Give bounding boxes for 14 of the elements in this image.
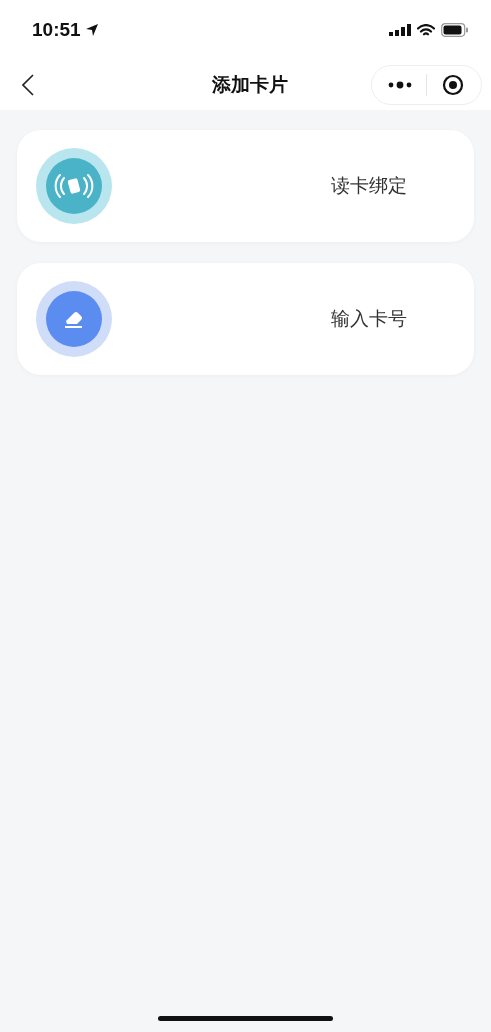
eraser-icon: [36, 281, 112, 357]
option-label: 输入卡号: [331, 306, 407, 331]
target-circle-icon: [442, 74, 464, 96]
option-label: 读卡绑定: [331, 173, 407, 198]
wifi-icon: [417, 23, 435, 37]
page-title: 添加卡片: [212, 72, 288, 97]
status-time: 10:51: [32, 19, 81, 41]
more-icon: [388, 81, 412, 89]
battery-icon: [441, 23, 469, 37]
signal-icon: [389, 24, 411, 36]
location-arrow-icon: [84, 23, 99, 37]
option-card[interactable]: 读卡绑定: [17, 130, 474, 242]
option-card[interactable]: 输入卡号: [17, 263, 474, 375]
nfc-card-icon: [36, 148, 112, 224]
